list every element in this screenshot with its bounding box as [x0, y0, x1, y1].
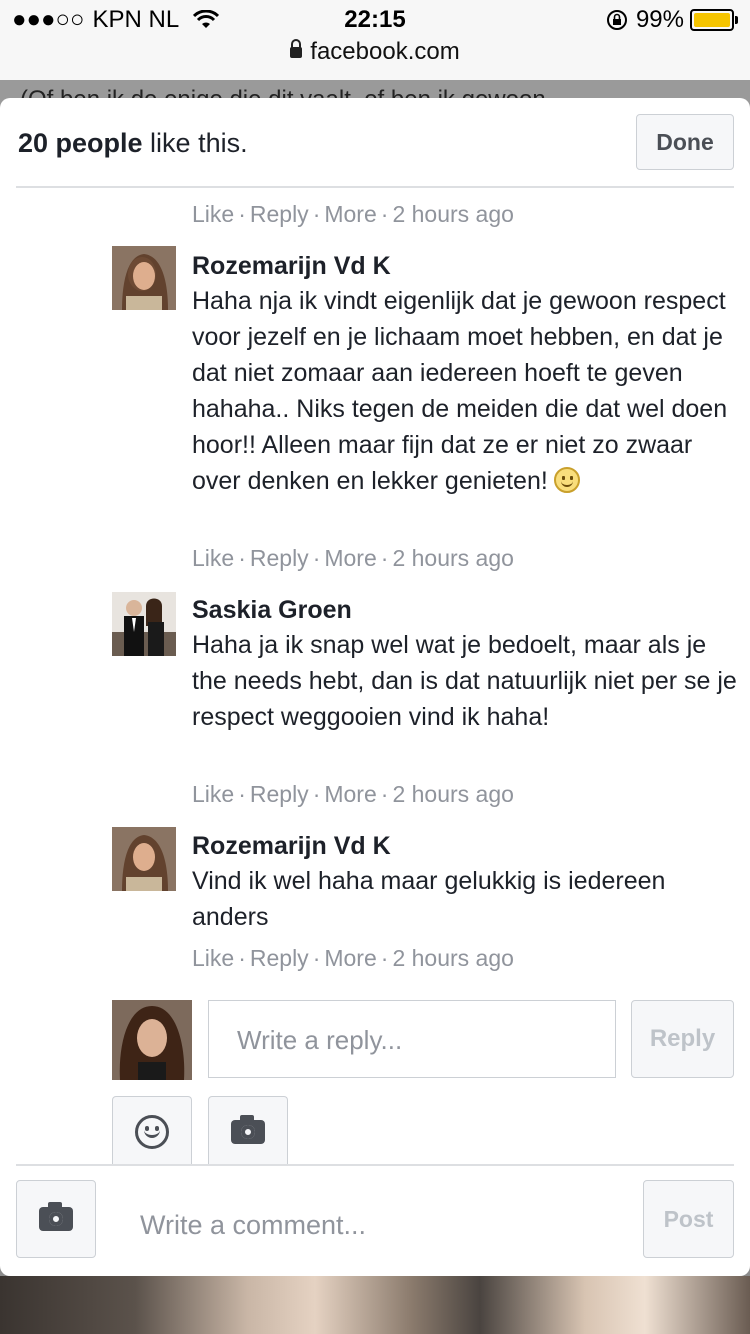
battery-icon	[690, 9, 734, 31]
avatar[interactable]	[112, 246, 176, 310]
emoji-button[interactable]	[112, 1096, 192, 1166]
reply-link[interactable]: Reply	[250, 545, 309, 571]
header-divider	[16, 186, 734, 188]
comment-author[interactable]: Saskia Groen	[192, 596, 352, 625]
like-link[interactable]: Like	[192, 545, 234, 571]
comment-author[interactable]: Rozemarijn Vd K	[192, 832, 391, 861]
post-button[interactable]: Post	[643, 1180, 734, 1258]
camera-icon	[39, 1202, 73, 1231]
comment-actions: Like · Reply · More · 2 hours ago	[192, 545, 514, 571]
background-photo	[0, 1276, 750, 1334]
sheet-header: 20 people like this. Done	[0, 98, 750, 188]
battery-percent: 99%	[635, 6, 684, 33]
like-link[interactable]: Like	[192, 201, 234, 227]
url-bar[interactable]: facebook.com	[0, 38, 750, 66]
emoji-icon	[135, 1114, 169, 1149]
comment-text: Vind ik wel haha maar gelukkig is iedere…	[192, 867, 666, 931]
battery-tip	[735, 16, 738, 24]
reply-input[interactable]: Write a reply...	[208, 1000, 616, 1078]
comment-photo-button[interactable]	[16, 1180, 96, 1258]
avatar[interactable]	[112, 827, 176, 891]
likes-count: 20 people	[18, 128, 143, 158]
comment-actions: Like · Reply · More · 2 hours ago	[192, 945, 514, 971]
status-bar: ●●●○○ KPN NL 22:15 99% facebook.com	[0, 0, 750, 80]
url-domain: facebook.com	[310, 38, 460, 65]
comment-text: Haha ja ik snap wel wat je bedoelt, maar…	[192, 631, 737, 731]
likes-summary[interactable]: 20 people like this.	[18, 128, 248, 159]
more-link[interactable]: More	[324, 781, 376, 807]
like-link[interactable]: Like	[192, 781, 234, 807]
like-link[interactable]: Like	[192, 945, 234, 971]
reply-link[interactable]: Reply	[250, 945, 309, 971]
status-right: 99%	[606, 6, 738, 34]
reply-link[interactable]: Reply	[250, 781, 309, 807]
comment-time[interactable]: 2 hours ago	[392, 545, 513, 571]
done-button[interactable]: Done	[636, 114, 734, 170]
comment-time[interactable]: 2 hours ago	[392, 945, 513, 971]
current-user-avatar	[112, 1000, 192, 1080]
more-link[interactable]: More	[324, 201, 376, 227]
reply-photo-button[interactable]	[208, 1096, 288, 1166]
composer-divider	[16, 1164, 734, 1166]
camera-icon	[231, 1114, 265, 1144]
comment-time[interactable]: 2 hours ago	[392, 781, 513, 807]
likes-suffix: like this.	[142, 128, 248, 158]
avatar[interactable]	[112, 592, 176, 656]
orientation-lock-icon	[606, 10, 627, 30]
more-link[interactable]: More	[324, 945, 376, 971]
comment-author[interactable]: Rozemarijn Vd K	[192, 252, 391, 281]
comment-time[interactable]: 2 hours ago	[392, 201, 513, 227]
lock-icon	[290, 39, 303, 58]
reply-button[interactable]: Reply	[631, 1000, 734, 1078]
comment-actions: Like · Reply · More · 2 hours ago	[192, 201, 514, 227]
comment-input[interactable]: Write a comment...	[140, 1210, 366, 1241]
comment-actions: Like · Reply · More · 2 hours ago	[192, 781, 514, 807]
comments-sheet: 20 people like this. Done Like · Reply · Mor…	[0, 98, 750, 1276]
more-link[interactable]: More	[324, 545, 376, 571]
comment-text: Haha nja ik vindt eigenlijk dat je gewoo…	[192, 287, 728, 495]
smiley-emoji	[553, 467, 580, 493]
reply-placeholder: Write a reply...	[237, 1025, 403, 1055]
reply-link[interactable]: Reply	[250, 201, 309, 227]
